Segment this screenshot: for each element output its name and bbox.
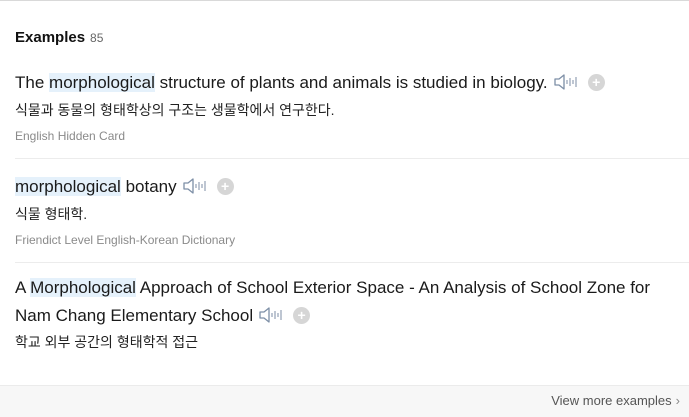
speaker-icon[interactable]: [182, 176, 207, 194]
speaker-icon[interactable]: [259, 305, 283, 323]
highlighted-term: Morphological: [30, 278, 136, 297]
add-icon[interactable]: +: [293, 306, 311, 324]
highlighted-term: morphological: [15, 177, 121, 196]
examples-count: 85: [90, 31, 104, 45]
examples-title: Examples: [15, 29, 86, 46]
top-divider: [0, 0, 689, 1]
example-divider: [15, 262, 689, 263]
example-item: The morphological structure of plants an…: [0, 69, 689, 143]
example-sentence: morphological botany +: [15, 173, 665, 201]
example-item: A Morphological Approach of School Exter…: [0, 274, 689, 352]
example-source[interactable]: Friendict Level English-Korean Dictionar…: [15, 233, 689, 247]
example-source[interactable]: English Hidden Card: [15, 129, 689, 143]
speaker-icon[interactable]: [554, 72, 578, 90]
example-translation: 식물과 동물의 형태학상의 구조는 생물학에서 연구한다.: [15, 102, 335, 118]
examples-header: Examples 85: [15, 29, 103, 46]
example-item: morphological botany + 식물 형태학. Friendict …: [0, 173, 689, 247]
highlighted-term: morphological: [49, 73, 155, 92]
example-sentence: A Morphological Approach of School Exter…: [15, 278, 651, 325]
example-translation: 식물 형태학.: [15, 206, 88, 222]
view-more-examples-link[interactable]: View more examples ›: [551, 393, 680, 408]
example-sentence: The morphological structure of plants an…: [15, 69, 665, 97]
example-translation: 학교 외부 공간의 형태학적 접근: [15, 334, 198, 350]
add-icon[interactable]: +: [587, 73, 605, 91]
add-icon[interactable]: +: [216, 177, 234, 195]
example-divider: [15, 158, 689, 159]
examples-footer: View more examples ›: [0, 385, 689, 417]
chevron-right-icon: ›: [675, 393, 680, 408]
